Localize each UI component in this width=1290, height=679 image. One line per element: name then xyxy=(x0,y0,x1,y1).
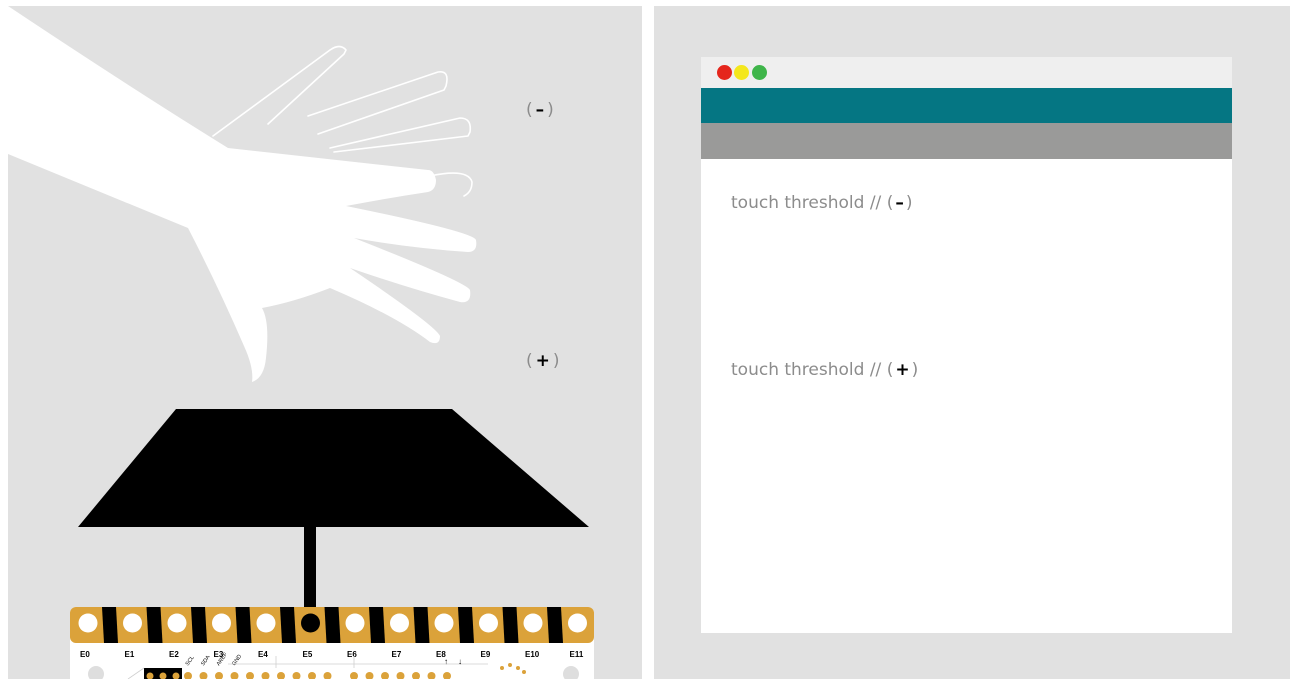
pad-separator xyxy=(547,607,563,643)
electrode-pad xyxy=(523,613,543,633)
plus-symbol: + xyxy=(895,360,910,380)
close-window-button[interactable] xyxy=(717,65,732,80)
pad-label: E2 xyxy=(169,650,179,659)
pad-label: E5 xyxy=(303,650,313,659)
marker-paren-close: ) xyxy=(552,351,561,371)
electrode-pad xyxy=(123,613,142,633)
electrode-pad xyxy=(78,613,98,633)
maximize-window-button[interactable] xyxy=(752,65,767,80)
console-paren-close: ) xyxy=(911,360,919,380)
electrode-pad xyxy=(345,613,365,633)
left-panel: E0 E1 E2 E3 E4 E5 E6 E7 E8 E9 E10 E11 SCL SDA AREF GND… xyxy=(8,6,642,679)
electrode-pad xyxy=(301,613,320,633)
pad-separator xyxy=(458,607,474,643)
marker-paren-open: ( xyxy=(526,351,534,371)
illustration: E0 E1 E2 E3 E4 E5 E6 E7 E8 E9 E10 E11 SCL SDA AREF GND… xyxy=(0,0,1290,679)
pad-label: E1 xyxy=(125,650,135,659)
console-text: touch threshold // xyxy=(731,193,882,213)
pad-label: E10 xyxy=(525,650,540,659)
pad-label: E6 xyxy=(347,650,357,659)
pad-label: E4 xyxy=(258,650,268,659)
up-arrow-icon: ↑ xyxy=(444,657,448,666)
electrode-pad xyxy=(390,613,409,633)
pad-separator xyxy=(413,607,430,643)
minus-marker: (–) xyxy=(526,100,555,120)
pad-label: E9 xyxy=(481,650,491,659)
electrode-pad xyxy=(479,613,498,633)
console-line-plus: touch threshold // (+) xyxy=(731,360,918,380)
right-panel: touch threshold // (–) touch threshold /… xyxy=(654,6,1290,679)
plus-symbol: + xyxy=(535,351,551,371)
window-toolbar xyxy=(701,88,1232,123)
console-line-minus: touch threshold // (–) xyxy=(731,193,912,213)
electrode-pad xyxy=(167,613,187,633)
plus-marker: (+) xyxy=(526,351,561,371)
hand xyxy=(8,6,477,382)
touch-board: E0 E1 E2 E3 E4 E5 E6 E7 E8 E9 E10 E11 SCL SDA AREF GND… xyxy=(70,607,594,679)
minus-symbol: – xyxy=(895,193,904,213)
down-arrow-icon: ↓ xyxy=(458,657,462,666)
pad-separator xyxy=(324,607,341,643)
pad-separator xyxy=(235,607,252,643)
electrode-pad xyxy=(568,613,587,633)
pad-label: E11 xyxy=(570,650,584,659)
pad-separator xyxy=(146,607,163,643)
console-paren-close: ) xyxy=(905,193,913,213)
electrode-pad xyxy=(434,613,454,633)
pad-separator xyxy=(280,607,296,643)
marker-paren-close: ) xyxy=(547,100,555,120)
minimize-window-button[interactable] xyxy=(734,65,749,80)
minus-symbol: – xyxy=(535,100,546,120)
pad-separator xyxy=(191,607,207,643)
pad-label: E7 xyxy=(392,650,402,659)
electrode-pad xyxy=(256,613,276,633)
pad-separator xyxy=(502,607,519,643)
electrode-plate xyxy=(78,409,589,527)
window-titlebar xyxy=(701,57,1232,88)
electrode-wire xyxy=(304,527,316,607)
pad-separator xyxy=(369,607,385,643)
window-subtoolbar xyxy=(701,123,1232,159)
console-text: touch threshold // xyxy=(731,360,882,380)
board-pads xyxy=(78,607,587,643)
pad-label: E0 xyxy=(80,650,90,659)
electrode-pad xyxy=(212,613,231,633)
app-window: touch threshold // (–) touch threshold /… xyxy=(701,57,1232,633)
marker-paren-open: ( xyxy=(526,100,534,120)
pad-separator xyxy=(102,607,118,643)
